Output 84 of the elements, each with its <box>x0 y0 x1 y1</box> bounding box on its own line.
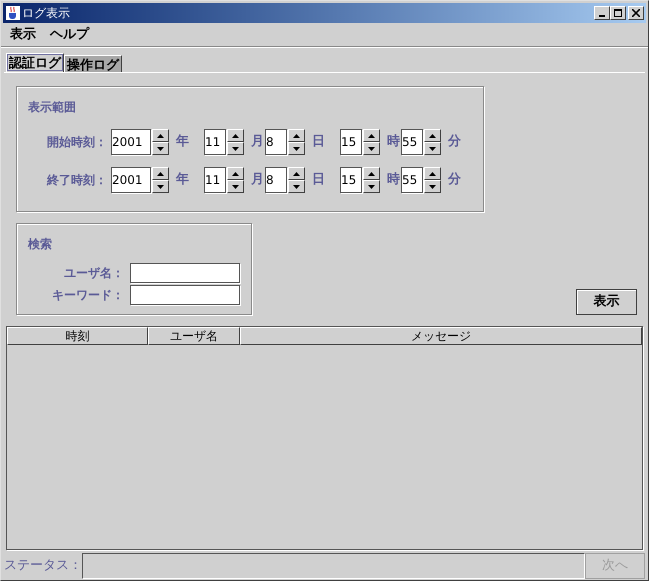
up-arrow-icon <box>429 172 436 176</box>
increment-button[interactable] <box>152 129 169 142</box>
increment-button[interactable] <box>363 129 380 142</box>
window-title: ログ表示 <box>22 5 70 22</box>
column-header[interactable]: 時刻 <box>7 327 148 345</box>
decrement-button[interactable] <box>363 180 380 193</box>
down-arrow-icon <box>293 184 300 188</box>
number-field[interactable]: 15 <box>340 129 362 155</box>
number-field[interactable]: 15 <box>340 167 362 193</box>
text-field[interactable] <box>130 285 240 305</box>
up-arrow-icon <box>368 172 375 176</box>
number-field[interactable]: 2001 <box>111 129 151 155</box>
group-title: 表示範囲 <box>28 99 77 116</box>
number-field[interactable]: 2001 <box>111 167 151 193</box>
status-label: ステータス： <box>4 557 82 576</box>
increment-button[interactable] <box>424 167 441 180</box>
unit-label: 日 <box>312 171 326 190</box>
field-label: キーワード： <box>51 287 125 304</box>
increment-button[interactable] <box>424 129 441 142</box>
tab[interactable]: 認証ログ <box>6 53 64 72</box>
up-arrow-icon <box>232 172 239 176</box>
coffee-cup-icon <box>5 5 21 21</box>
unit-label: 月 <box>251 133 265 152</box>
unit-label: 分 <box>448 133 462 152</box>
column-header[interactable]: メッセージ <box>240 327 642 345</box>
increment-button[interactable] <box>288 167 305 180</box>
menu-item[interactable]: ヘルプ <box>50 24 89 44</box>
column-header[interactable]: ユーザ名 <box>148 327 240 345</box>
up-arrow-icon <box>232 134 239 138</box>
down-arrow-icon <box>157 146 164 150</box>
decrement-button[interactable] <box>288 180 305 193</box>
decrement-button[interactable] <box>363 142 380 155</box>
up-arrow-icon <box>293 172 300 176</box>
unit-label: 時 <box>387 133 401 152</box>
down-arrow-icon <box>232 184 239 188</box>
minimize-button[interactable] <box>594 6 610 20</box>
down-arrow-icon <box>157 184 164 188</box>
text-field[interactable] <box>130 263 240 283</box>
number-field[interactable]: 8 <box>265 167 287 193</box>
up-arrow-icon <box>157 172 164 176</box>
number-field[interactable]: 8 <box>265 129 287 155</box>
time-label: 終了時刻： <box>46 172 108 189</box>
time-label: 開始時刻： <box>46 134 108 151</box>
down-arrow-icon <box>293 146 300 150</box>
maximize-icon <box>614 9 622 17</box>
decrement-button[interactable] <box>288 142 305 155</box>
increment-button[interactable] <box>227 167 244 180</box>
increment-button[interactable] <box>288 129 305 142</box>
unit-label: 月 <box>251 171 265 190</box>
unit-label: 分 <box>448 171 462 190</box>
unit-label: 年 <box>176 133 190 152</box>
tab[interactable]: 操作ログ <box>64 55 122 72</box>
down-arrow-icon <box>368 184 375 188</box>
increment-button[interactable] <box>363 167 380 180</box>
number-field[interactable]: 11 <box>204 129 226 155</box>
decrement-button[interactable] <box>424 142 441 155</box>
number-field[interactable]: 11 <box>204 167 226 193</box>
increment-button[interactable] <box>227 129 244 142</box>
increment-button[interactable] <box>152 167 169 180</box>
down-arrow-icon <box>232 146 239 150</box>
unit-label: 時 <box>387 171 401 190</box>
menu-item[interactable]: 表示 <box>10 24 36 44</box>
down-arrow-icon <box>368 146 375 150</box>
decrement-button[interactable] <box>152 142 169 155</box>
maximize-button[interactable] <box>610 6 626 20</box>
number-field[interactable]: 55 <box>401 167 423 193</box>
decrement-button[interactable] <box>424 180 441 193</box>
down-arrow-icon <box>429 146 436 150</box>
show-button[interactable]: 表示 <box>576 289 637 315</box>
unit-label: 日 <box>312 133 326 152</box>
number-field[interactable]: 55 <box>401 129 423 155</box>
close-icon <box>632 9 640 17</box>
up-arrow-icon <box>293 134 300 138</box>
down-arrow-icon <box>429 184 436 188</box>
up-arrow-icon <box>368 134 375 138</box>
field-label: ユーザ名： <box>63 265 125 282</box>
decrement-button[interactable] <box>227 142 244 155</box>
up-arrow-icon <box>157 134 164 138</box>
close-button[interactable] <box>628 6 644 20</box>
unit-label: 年 <box>176 171 190 190</box>
decrement-button[interactable] <box>152 180 169 193</box>
up-arrow-icon <box>429 134 436 138</box>
decrement-button[interactable] <box>227 180 244 193</box>
group-title: 検索 <box>28 236 53 253</box>
